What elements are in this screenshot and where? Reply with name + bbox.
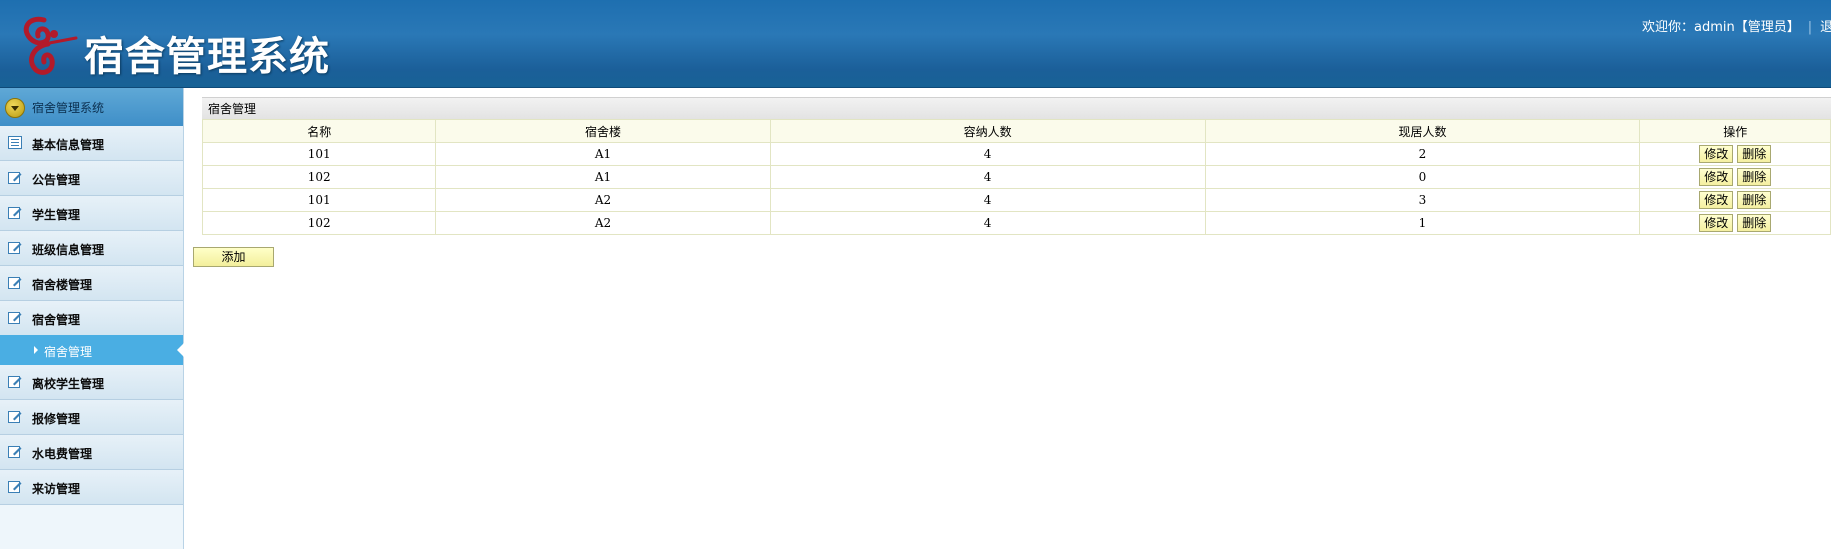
table-row: 101 A1 4 2 修改 删除	[201, 142, 1831, 166]
edit-button[interactable]: 修改	[1699, 168, 1734, 186]
sidebar-item-repair[interactable]: 报修管理	[0, 400, 183, 435]
cell-name: 101	[201, 142, 437, 166]
cell-capacity: 4	[769, 211, 1206, 235]
column-header: 现居人数	[1204, 119, 1641, 143]
edit-icon	[8, 446, 22, 458]
sidebar-item-label: 水电费管理	[32, 447, 93, 461]
cell-current: 2	[1204, 142, 1641, 166]
cell-building: A2	[435, 188, 771, 212]
edit-icon	[8, 312, 22, 324]
sidebar-item-label: 公告管理	[32, 173, 81, 187]
cell-actions: 修改 删除	[1639, 211, 1831, 235]
sidebar-item-visitors[interactable]: 来访管理	[0, 470, 183, 505]
collapse-icon[interactable]	[5, 98, 25, 118]
cell-actions: 修改 删除	[1639, 142, 1831, 166]
sidebar-item-notice[interactable]: 公告管理	[0, 161, 183, 196]
sidebar-header[interactable]: 宿舍管理系统	[0, 88, 183, 127]
sidebar-item-label: 学生管理	[32, 208, 81, 222]
list-icon	[8, 136, 22, 149]
table-row: 101 A2 4 3 修改 删除	[201, 188, 1831, 212]
cell-current: 0	[1204, 165, 1641, 189]
delete-button[interactable]: 删除	[1737, 168, 1772, 186]
edit-icon	[8, 411, 22, 423]
divider: |	[1807, 20, 1813, 35]
logout-link[interactable]: 退	[1820, 20, 1831, 35]
table-row: 102 A1 4 0 修改 删除	[201, 165, 1831, 189]
table-header-row: 名称 宿舍楼 容纳人数 现居人数 操作	[201, 119, 1831, 143]
sidebar-item-label: 来访管理	[32, 482, 81, 496]
column-header: 容纳人数	[769, 119, 1206, 143]
cell-current: 1	[1204, 211, 1641, 235]
cell-capacity: 4	[769, 188, 1206, 212]
cell-capacity: 4	[769, 165, 1206, 189]
main-content: 宿舍管理 名称 宿舍楼 容纳人数 现居人数 操作 101 A1 4 2 修改 删除…	[184, 88, 1831, 549]
sidebar-item-students[interactable]: 学生管理	[0, 196, 183, 231]
cell-name: 102	[201, 165, 437, 189]
cell-name: 102	[201, 211, 437, 235]
edit-button[interactable]: 修改	[1699, 191, 1734, 209]
edit-icon	[8, 242, 22, 254]
sidebar-item-label: 宿舍楼管理	[32, 278, 93, 292]
column-header: 宿舍楼	[435, 119, 771, 143]
sidebar-item-label: 班级信息管理	[32, 243, 105, 257]
active-pointer	[177, 343, 184, 357]
table-row: 102 A2 4 1 修改 删除	[201, 211, 1831, 235]
cell-capacity: 4	[769, 142, 1206, 166]
edit-icon	[8, 277, 22, 289]
cell-actions: 修改 删除	[1639, 188, 1831, 212]
delete-button[interactable]: 删除	[1737, 214, 1772, 232]
cell-building: A2	[435, 211, 771, 235]
sidebar-item-label: 离校学生管理	[32, 377, 105, 391]
edit-button[interactable]: 修改	[1699, 145, 1734, 163]
sidebar-header-label: 宿舍管理系统	[32, 101, 105, 115]
top-header: 宿舍管理系统 欢迎你：admin【管理员】 | 退	[0, 0, 1831, 88]
sidebar-item-label: 基本信息管理	[32, 138, 105, 152]
edit-icon	[8, 376, 22, 388]
caret-right-icon	[34, 346, 38, 354]
delete-button[interactable]: 删除	[1737, 191, 1772, 209]
sidebar-item-utilities[interactable]: 水电费管理	[0, 435, 183, 470]
sidebar-item-class-info[interactable]: 班级信息管理	[0, 231, 183, 266]
cell-name: 101	[201, 188, 437, 212]
panel-title: 宿舍管理	[202, 97, 1831, 119]
add-button[interactable]: 添加	[193, 247, 274, 267]
cell-current: 3	[1204, 188, 1641, 212]
logo-icon	[23, 16, 78, 75]
cell-actions: 修改 删除	[1639, 165, 1831, 189]
system-title: 宿舍管理系统	[84, 34, 330, 80]
welcome-area: 欢迎你：admin【管理员】 | 退	[1642, 16, 1831, 35]
sidebar-subitem-label: 宿舍管理	[44, 345, 93, 359]
cell-building: A1	[435, 165, 771, 189]
cell-building: A1	[435, 142, 771, 166]
edit-icon	[8, 172, 22, 184]
sidebar-item-graduates[interactable]: 离校学生管理	[0, 365, 183, 400]
dorm-table: 名称 宿舍楼 容纳人数 现居人数 操作 101 A1 4 2 修改 删除 102 …	[201, 119, 1831, 235]
welcome-text: 欢迎你：admin【管理员】	[1642, 20, 1800, 35]
delete-button[interactable]: 删除	[1737, 145, 1772, 163]
sidebar-item-basic-info[interactable]: 基本信息管理	[0, 126, 183, 161]
column-header: 名称	[201, 119, 437, 143]
edit-icon	[8, 481, 22, 493]
sidebar: 宿舍管理系统 基本信息管理 公告管理 学生管理 班级信息管理 宿舍楼管理 宿舍管…	[0, 88, 184, 549]
sidebar-subitem-dorm[interactable]: 宿舍管理	[0, 335, 184, 365]
sidebar-item-dorm[interactable]: 宿舍管理	[0, 301, 183, 336]
sidebar-item-building[interactable]: 宿舍楼管理	[0, 266, 183, 301]
column-header: 操作	[1639, 119, 1831, 143]
edit-button[interactable]: 修改	[1699, 214, 1734, 232]
edit-icon	[8, 207, 22, 219]
sidebar-item-label: 宿舍管理	[32, 313, 81, 327]
sidebar-item-label: 报修管理	[32, 412, 81, 426]
